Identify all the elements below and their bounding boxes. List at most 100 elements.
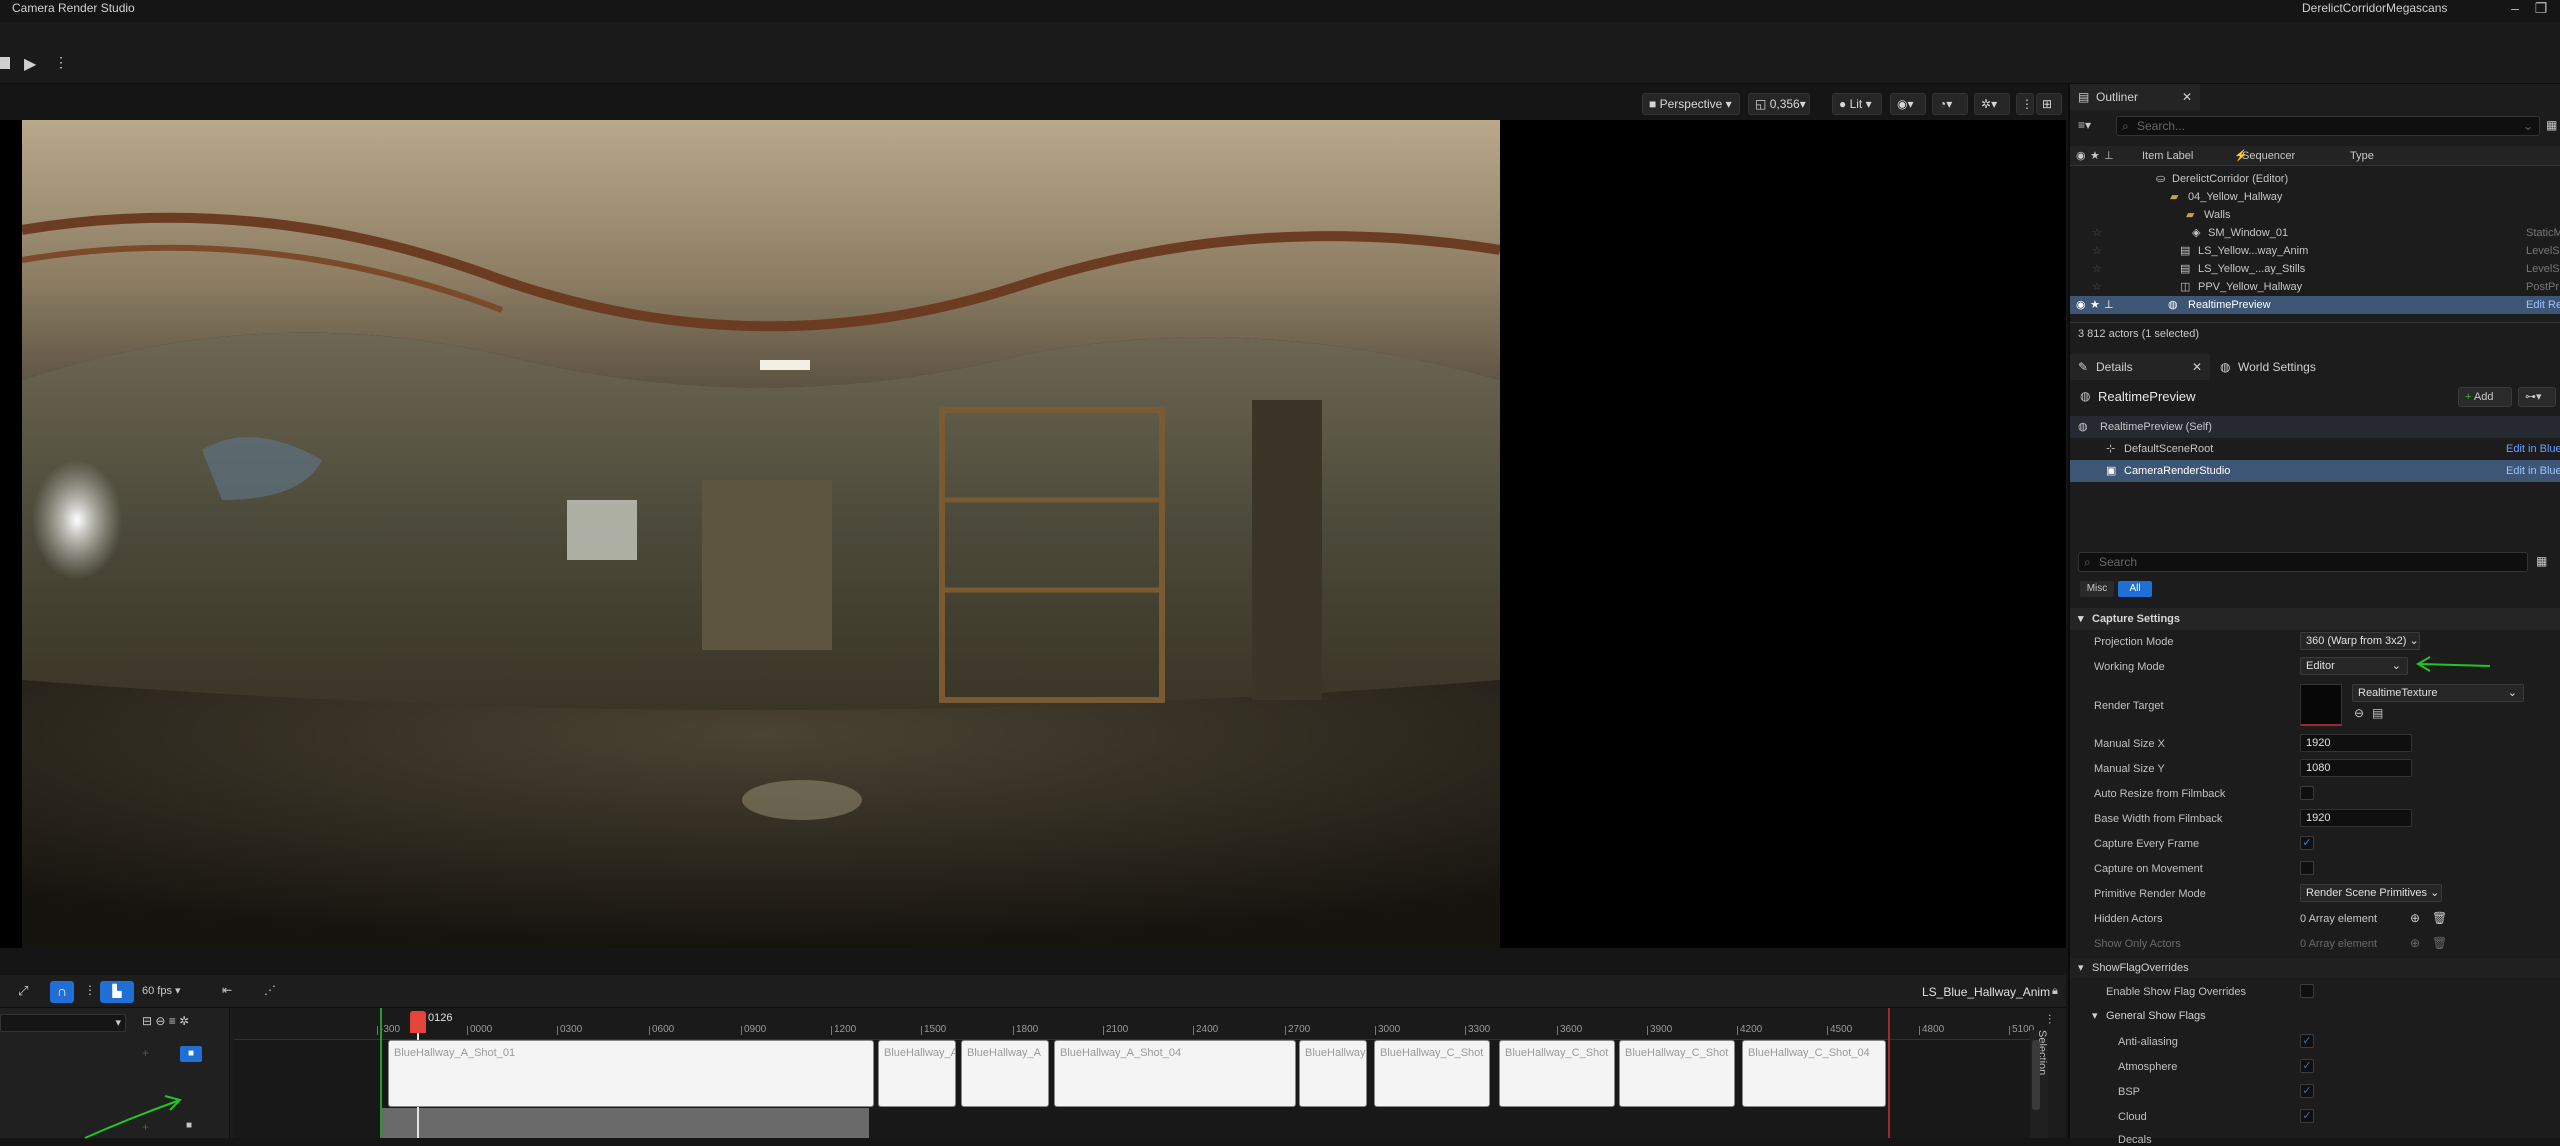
enable-show-flag-checkbox[interactable] [2300,984,2314,998]
blueprint-options-button[interactable]: ⊶▾ [2518,387,2556,407]
outliner-row[interactable]: ☆ ◫ PPV_Yellow_Hallway PostPr [2070,278,2560,296]
show-dropdown[interactable]: ◉▾ [1890,93,1926,115]
fps-dropdown[interactable]: 60 fps ▾ [142,984,181,997]
snap-toggle[interactable]: ∩ [50,981,74,1003]
details-search[interactable]: ⌕ Search [2078,552,2528,572]
star-icon[interactable]: ★ [2090,296,2100,314]
viewport[interactable] [0,120,2066,948]
details-tab[interactable]: ✎ Details ✕ [2070,354,2210,380]
playhead-handle[interactable] [410,1011,426,1033]
outliner-status: 3 812 actors (1 selected) [2070,322,2560,344]
component-row-selected[interactable]: ▣ CameraRenderStudio Edit in Bluep [2070,460,2560,482]
add-component-button[interactable]: + Add [2458,387,2512,407]
sequencer-settings-icon[interactable]: ⫶ [2048,1012,2051,1028]
render-target-dropdown[interactable]: RealtimeTexture ⌄ [2352,684,2524,702]
filter-all[interactable]: All [2118,581,2152,597]
browse-icon[interactable]: ▤ [2372,706,2383,720]
edit-in-blueprint-link[interactable]: Edit in Bluep [2506,438,2560,460]
component-row[interactable]: ◍ RealtimePreview (Self) [2070,416,2560,438]
play-icon[interactable]: ▶ [24,54,36,74]
shot-clip[interactable]: BlueHallway_A [878,1040,956,1107]
snap-options-icon[interactable]: ⋮ [84,983,96,997]
component-row[interactable]: ⊹ DefaultSceneRoot Edit in Bluep [2070,438,2560,460]
outliner-settings-icon[interactable]: ▦ [2546,118,2557,132]
track-filter-icons[interactable]: ⊟ ⊖ ≡ ✲ [142,1014,189,1028]
layout-button[interactable]: ⊞ [2036,93,2062,115]
shot-clip[interactable]: BlueHallway_C_Shot [1374,1040,1490,1107]
frame-snap-toggle[interactable]: ▙ [100,981,134,1003]
render-target-thumbnail[interactable] [2300,684,2342,726]
timeline-ruler[interactable]: -300 0000 0300 0600 0900 1200 1500 1800 2100 2400… [234,1008,2046,1040]
maximize-button[interactable]: ❐ [2528,0,2554,17]
manual-size-y-field[interactable]: 1080 [2300,759,2412,777]
outliner-row-selected[interactable]: ◉ ★ ⊥ ◍ RealtimePreview Edit Re [2070,296,2560,314]
sequencer-scrollbar[interactable] [2032,1040,2040,1110]
projection-mode-dropdown[interactable]: 360 (Warp from 3x2) ⌄ [2300,632,2420,650]
transform-tool-icon[interactable]: ⤢ [18,983,28,999]
flag-bsp-checkbox[interactable]: ✓ [2300,1084,2314,1098]
col-type[interactable]: Type [2350,146,2374,166]
outliner-row[interactable]: ☆ ▤ LS_Yellow_...ay_Stills LevelS [2070,260,2560,278]
trash-icon[interactable]: 🗑︎ [2432,936,2447,950]
use-selected-icon[interactable]: ⊖ [2354,706,2364,720]
capture-settings-section[interactable]: ▾ Capture Settings [2070,608,2560,630]
col-item-label[interactable]: Item Label [2142,146,2193,166]
working-mode-dropdown[interactable]: Editor ⌄ [2300,657,2408,675]
flag-cloud-checkbox[interactable]: ✓ [2300,1109,2314,1123]
base-width-field[interactable]: 1920 [2300,809,2412,827]
stop-icon[interactable] [0,57,10,69]
shot-clip[interactable]: BlueHallway_A [961,1040,1049,1107]
filter-misc[interactable]: Misc [2080,581,2114,597]
shot-clip[interactable]: BlueHallway_A_Shot_04 [1054,1040,1296,1107]
outliner-row[interactable]: ⛀ DerelictCorridor (Editor) [2070,170,2560,188]
close-icon[interactable]: ✕ [2182,84,2192,110]
viewport-settings-dropdown[interactable]: ✲▾ [1974,93,2010,115]
shot-clip[interactable]: BlueHallway_C_Shot_04 [1742,1040,1886,1107]
add-element-icon[interactable]: ⊕ [2410,936,2420,950]
realtime-dropdown[interactable]: ◔▾ [1932,93,1968,115]
pin-icon[interactable]: ⊥ [2104,296,2114,314]
shot-clip[interactable]: BlueHallway_A_Shot_01 [388,1040,874,1107]
minimize-button[interactable]: – [2502,0,2528,16]
outliner-row[interactable]: ▰ 04_Yellow_Hallway [2070,188,2560,206]
world-settings-tab[interactable]: ◍ World Settings [2212,354,2342,380]
property-matrix-icon[interactable]: ▦ [2536,554,2547,568]
subsequence-bar[interactable] [381,1108,869,1138]
general-show-flags-section[interactable]: ▾ General Show Flags [2070,1006,2560,1026]
add-element-icon[interactable]: ⊕ [2410,911,2420,925]
filter-icon[interactable]: ≡▾ [2078,118,2091,132]
shot-clip[interactable]: BlueHallway_C_Shot [1619,1040,1735,1107]
outliner-row[interactable]: ☆ ◈ SM_Window_01 StaticM [2070,224,2560,242]
curve-editor-icon[interactable]: ⋰ [264,983,276,997]
fov-dropdown[interactable]: ◱ 0,356▾ [1748,93,1810,115]
flag-anti-aliasing-checkbox[interactable]: ✓ [2300,1034,2314,1048]
perspective-dropdown[interactable]: ■ Perspective ▾ [1642,93,1740,115]
outliner-row[interactable]: ☆ ▤ LS_Yellow...way_Anim LevelS [2070,242,2560,260]
flag-atmosphere-checkbox[interactable]: ✓ [2300,1059,2314,1073]
more-options-icon[interactable]: ⋮ [54,54,68,71]
auto-key-icon[interactable]: ⇤ [222,983,232,997]
auto-resize-checkbox[interactable] [2300,786,2314,800]
trash-icon[interactable]: 🗑︎ [2432,911,2447,925]
window-controls: – ❐ [2502,0,2554,17]
primitive-render-mode-dropdown[interactable]: Render Scene Primitives ⌄ [2300,884,2442,902]
add-track-icon[interactable]: + [142,1046,149,1060]
outliner-tab[interactable]: ▤ Outliner ✕ [2070,84,2200,110]
lock-icon[interactable]: 🔒︎ [2052,985,2058,998]
edit-in-blueprint-link[interactable]: Edit in Bluep [2506,460,2560,482]
camera-cut-toggle[interactable]: ■ [180,1046,202,1062]
shot-clip[interactable]: BlueHallway_C_Shot [1499,1040,1615,1107]
manual-size-x-field[interactable]: 1920 [2300,734,2412,752]
close-icon[interactable]: ✕ [2192,354,2202,380]
show-flag-overrides-section[interactable]: ▾ ShowFlagOverrides [2070,958,2560,978]
shot-clip[interactable]: BlueHallway [1299,1040,1367,1107]
col-sequencer[interactable]: Sequencer [2242,146,2295,166]
outliner-row[interactable]: ▰ Walls [2070,206,2560,224]
capture-every-frame-checkbox[interactable]: ✓ [2300,836,2314,850]
viewport-options-button[interactable]: ⋮ [2016,93,2034,115]
capture-on-movement-checkbox[interactable] [2300,861,2314,875]
track-filter-dropdown[interactable]: ▾ [0,1014,126,1032]
outliner-search[interactable]: ⌕ Search... ⌄ [2116,116,2540,136]
eye-icon[interactable]: ◉ [2076,296,2086,314]
view-mode-dropdown[interactable]: ● Lit ▾ [1832,93,1882,115]
